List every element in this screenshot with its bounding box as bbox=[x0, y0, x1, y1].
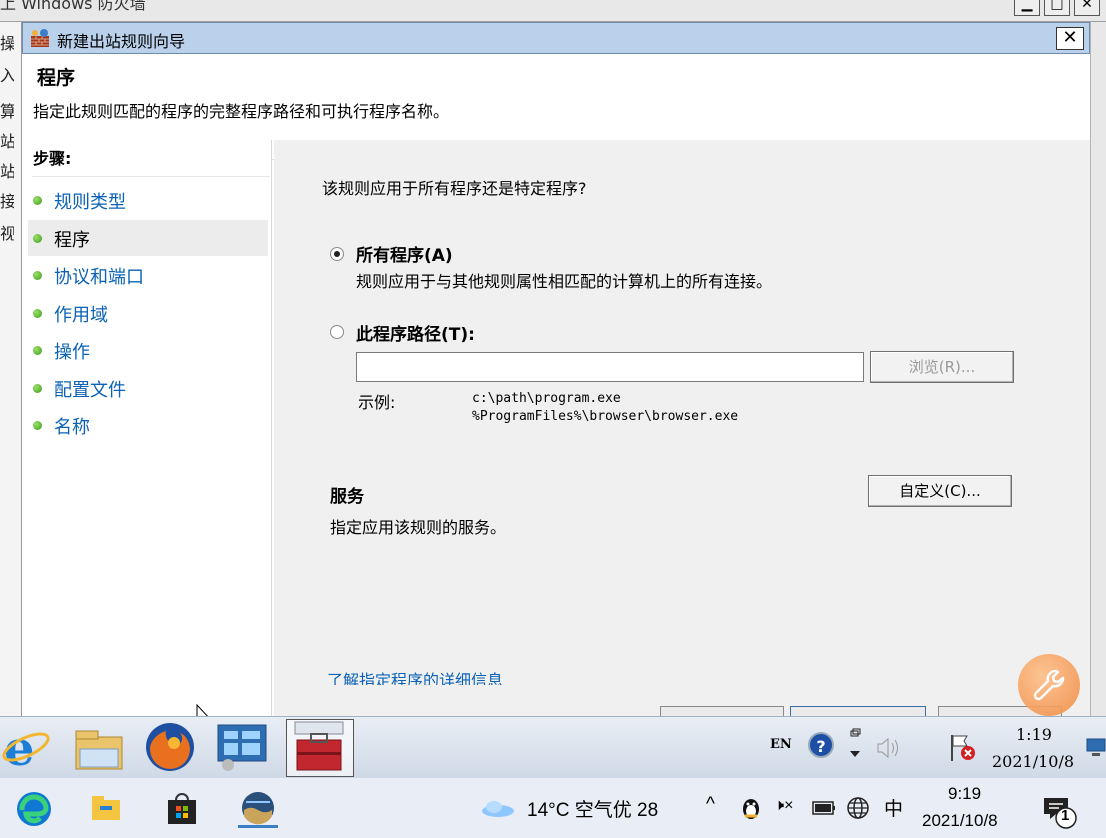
windows-taskbar: 14°C 空气优 28 ^ 🕨× 中 9:19 2021/10/8 1 bbox=[0, 778, 1106, 838]
remote-system-tray: EN ? 1:19 2021/10/8 bbox=[766, 717, 1106, 779]
qq-penguin-icon[interactable] bbox=[740, 796, 762, 820]
store-icon[interactable] bbox=[162, 790, 202, 828]
page-subtitle: 指定此规则匹配的程序的完整程序路径和可执行程序名称。 bbox=[33, 102, 450, 121]
wrench-icon bbox=[1033, 669, 1065, 701]
file-explorer-icon[interactable] bbox=[86, 790, 126, 828]
remote-desktop-icon[interactable] bbox=[238, 790, 278, 828]
step-label: 规则类型 bbox=[54, 192, 126, 213]
program-path-label[interactable]: 此程序路径(T): bbox=[356, 320, 475, 345]
volume-muted-icon[interactable]: 🕨× bbox=[774, 797, 793, 815]
step-profile[interactable]: 配置文件 bbox=[28, 370, 268, 406]
background-tree-text: 站 bbox=[0, 158, 14, 182]
green-bullet-icon bbox=[33, 271, 42, 280]
example-path: %ProgramFiles%\browser\browser.exe bbox=[472, 409, 739, 424]
step-label: 作用域 bbox=[54, 305, 108, 326]
green-bullet-icon bbox=[33, 384, 42, 393]
example-path: c:\path\program.exe bbox=[472, 391, 621, 406]
learn-more-link[interactable]: 了解指定程序的详细信息 bbox=[327, 667, 503, 685]
step-program[interactable]: 程序 bbox=[28, 220, 268, 256]
step-label: 名称 bbox=[54, 417, 90, 438]
background-close-button[interactable]: ✕ bbox=[1074, 0, 1100, 16]
browse-button[interactable]: 浏览(R)... bbox=[870, 351, 1014, 383]
background-window-title: 上 Windows 防火墙 bbox=[0, 0, 146, 13]
firewall-icon bbox=[31, 29, 49, 47]
globe-network-icon[interactable] bbox=[846, 796, 870, 820]
dialog-titlebar[interactable]: 新建出站规则向导 ✕ bbox=[22, 22, 1090, 54]
ie-icon[interactable]: e bbox=[0, 719, 68, 777]
all-programs-radio[interactable] bbox=[330, 247, 344, 261]
background-tree-text: 算 bbox=[0, 98, 14, 122]
close-button[interactable]: ✕ bbox=[1056, 27, 1084, 50]
background-window-scrollbar[interactable] bbox=[1090, 22, 1106, 716]
all-programs-label[interactable]: 所有程序(A) bbox=[356, 241, 453, 266]
step-protocol-ports[interactable]: 协议和端口 bbox=[28, 257, 268, 293]
example-label: 示例: bbox=[358, 393, 396, 412]
wizard-content: 该规则应用于所有程序还是特定程序? 所有程序(A) 规则应用于与其他规则属性相匹… bbox=[274, 140, 1090, 716]
network-error-flag-icon[interactable] bbox=[948, 733, 978, 763]
background-window-titlebar: 上 Windows 防火墙 ▁ □ ✕ bbox=[0, 0, 1106, 22]
program-path-input[interactable] bbox=[356, 352, 864, 382]
step-label: 协议和端口 bbox=[54, 267, 144, 288]
program-path-radio[interactable] bbox=[330, 325, 344, 339]
background-window-tree: 操 入 算 站 站 接 视 bbox=[0, 22, 22, 716]
explorer-icon[interactable] bbox=[70, 719, 138, 777]
background-tree-text: 入 bbox=[0, 62, 14, 86]
green-bullet-icon bbox=[33, 234, 42, 243]
remote-taskbar: e EN ? 1:19 2021/10/8 bbox=[0, 716, 1106, 778]
battery-icon[interactable] bbox=[812, 800, 836, 816]
step-label: 操作 bbox=[54, 342, 90, 363]
steps-divider bbox=[32, 176, 270, 177]
scope-question: 该规则应用于所有程序还是特定程序? bbox=[322, 179, 587, 198]
firefox-icon[interactable] bbox=[140, 719, 208, 777]
help-icon[interactable]: ? bbox=[808, 732, 834, 758]
background-maximize-button[interactable]: □ bbox=[1044, 0, 1070, 16]
step-rule-type[interactable]: 规则类型 bbox=[28, 182, 268, 218]
show-hidden-icons-chevron[interactable]: ^ bbox=[706, 794, 715, 816]
back-button[interactable] bbox=[660, 706, 784, 716]
edge-icon[interactable] bbox=[14, 790, 54, 828]
services-title: 服务 bbox=[330, 487, 364, 507]
dialog-title: 新建出站规则向导 bbox=[57, 32, 186, 51]
clock-time[interactable]: 9:19 bbox=[948, 784, 981, 804]
restore-arrows-icon[interactable] bbox=[848, 727, 862, 763]
next-button[interactable] bbox=[790, 706, 926, 716]
background-minimize-button[interactable]: ▁ bbox=[1014, 0, 1040, 16]
weather-text[interactable]: 14°C 空气优 28 bbox=[527, 795, 658, 822]
steps-label: 步骤: bbox=[33, 149, 72, 168]
control-panel-icon[interactable] bbox=[212, 719, 280, 777]
step-label: 配置文件 bbox=[54, 380, 126, 401]
green-bullet-icon bbox=[33, 196, 42, 205]
cloud-weather-icon[interactable] bbox=[478, 798, 516, 818]
page-title: 程序 bbox=[37, 67, 76, 89]
input-language-indicator[interactable]: EN bbox=[770, 737, 792, 752]
notification-count: 1 bbox=[1061, 807, 1070, 824]
background-tree-text: 接 bbox=[0, 188, 14, 212]
toolbox-icon[interactable] bbox=[286, 719, 354, 777]
input-method-indicator[interactable]: 中 bbox=[884, 794, 903, 821]
remote-clock-time[interactable]: 1:19 bbox=[1016, 725, 1052, 744]
background-tree-text: 站 bbox=[0, 128, 14, 152]
background-tree-text: 操 bbox=[0, 30, 14, 54]
background-tree-text: 视 bbox=[0, 220, 14, 244]
steps-panel: 步骤: 规则类型 程序 协议和端口 作用域 操作 配置文件 名称 bbox=[22, 140, 272, 716]
new-outbound-rule-wizard: 新建出站规则向导 ✕ 程序 指定此规则匹配的程序的完整程序路径和可执行程序名称。… bbox=[22, 22, 1090, 716]
step-label: 程序 bbox=[54, 230, 90, 251]
step-name[interactable]: 名称 bbox=[28, 407, 268, 443]
clock-date[interactable]: 2021/10/8 bbox=[922, 811, 998, 831]
services-description: 指定应用该规则的服务。 bbox=[330, 518, 507, 537]
notification-center-icon[interactable]: 1 bbox=[1040, 794, 1080, 830]
show-desktop-icon[interactable] bbox=[1086, 737, 1106, 759]
floating-tool-button[interactable] bbox=[1018, 654, 1080, 716]
green-bullet-icon bbox=[33, 421, 42, 430]
green-bullet-icon bbox=[33, 309, 42, 318]
green-bullet-icon bbox=[33, 346, 42, 355]
step-scope[interactable]: 作用域 bbox=[28, 295, 268, 331]
step-action[interactable]: 操作 bbox=[28, 332, 268, 368]
customize-button[interactable]: 自定义(C)... bbox=[868, 475, 1012, 507]
all-programs-description: 规则应用于与其他规则属性相匹配的计算机上的所有连接。 bbox=[356, 272, 773, 291]
remote-clock-date[interactable]: 2021/10/8 bbox=[992, 752, 1074, 771]
speaker-icon[interactable] bbox=[874, 735, 902, 761]
